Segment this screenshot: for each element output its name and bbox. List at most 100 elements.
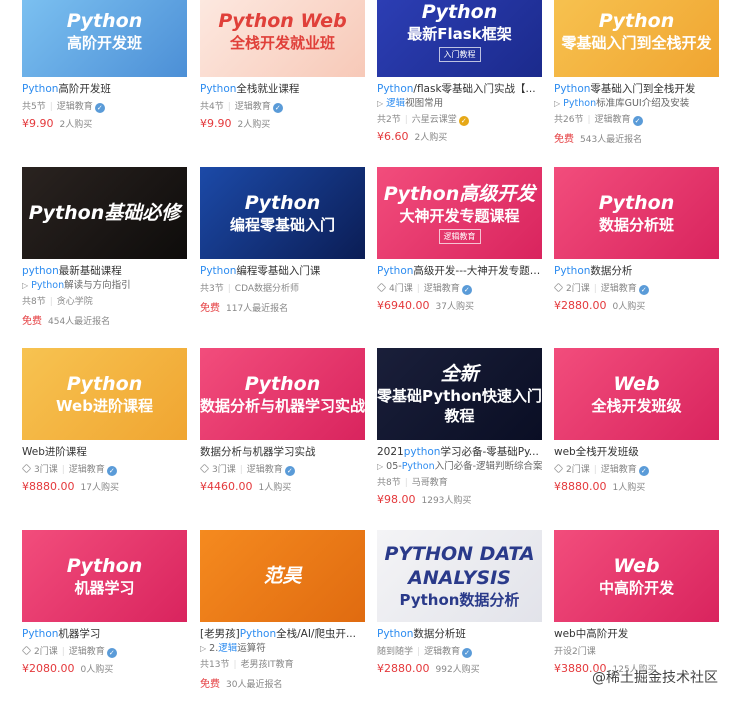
provider-name[interactable]: 逻辑教育 <box>57 102 93 112</box>
course-title[interactable]: Python数据分析 <box>554 264 719 279</box>
title-text: 数据分析 <box>590 265 633 277</box>
course-lesson-preview[interactable]: ▷ Python解读与方向指引 <box>22 279 187 292</box>
course-thumbnail[interactable]: Python 最新Flask框架 入门教程 <box>377 0 542 77</box>
thumbnail-text: Web 中高阶开发 <box>554 530 719 622</box>
thumbnail-line2: 编程零基础入门 <box>229 216 335 234</box>
purchase-count: 1293人购买 <box>421 496 472 506</box>
provider-name[interactable]: 马哥教育 <box>412 478 448 488</box>
course-title[interactable]: Python/flask零基础入门实战【... <box>377 82 542 97</box>
course-card[interactable]: Python 数据分析班 Python数据分析 2门课 | 逻辑教育 ✓ ¥2880.00 0人… <box>553 167 719 312</box>
layers-icon <box>553 282 564 293</box>
thumbnail-text: Python 最新Flask框架 入门教程 <box>377 0 542 77</box>
course-card[interactable]: Python 数据分析与机器学习实战 数据分析与机器学习实战 3门课 | 逻辑教育 ✓ ¥44… <box>199 348 365 493</box>
course-title[interactable]: web中高阶开发 <box>554 627 719 642</box>
thumbnail-line2: Web进阶课程 <box>56 397 153 415</box>
course-card[interactable]: Web 中高阶开发 web中高阶开发 开设2门课 ¥3880.00 125人购买 <box>554 530 719 675</box>
course-card[interactable]: Python高级开发 大神开发专题课程 逻辑教育 Python高级开发---大神开发专… <box>376 167 542 312</box>
course-meta: 共8节 | 马哥教育 <box>377 477 542 490</box>
course-title[interactable]: 数据分析与机器学习实战 <box>200 445 365 460</box>
provider-name[interactable]: 逻辑教育 <box>247 465 283 475</box>
thumbnail-line1: Python <box>244 373 321 395</box>
course-meta: 共3节 | CDA数据分析师 <box>200 283 365 296</box>
course-title[interactable]: Python数据分析班 <box>377 627 542 642</box>
play-icon: ▷ <box>554 99 561 108</box>
thumbnail-text: Web 全栈开发班级 <box>554 348 719 440</box>
course-card[interactable]: Python 高阶开发班 Python高阶开发班 共5节 | 逻辑教育 ✓ ¥9.90 2人购买 <box>22 0 187 130</box>
course-thumbnail[interactable]: 全新 零基础Python快速入门教程 <box>377 348 542 440</box>
course-thumbnail[interactable]: Python 高阶开发班 <box>22 0 187 77</box>
course-price: ¥98.00 <box>377 493 416 506</box>
title-highlight: Python <box>22 628 59 640</box>
title-text: web中高阶开发 <box>554 628 629 640</box>
course-thumbnail[interactable]: Python 零基础入门到全栈开发 <box>554 0 719 77</box>
course-card[interactable]: PYTHON DATA ANALYSIS Python数据分析 Python数据分析… <box>377 530 542 675</box>
provider-name[interactable]: 逻辑教育 <box>601 284 637 294</box>
play-icon: ▷ <box>377 99 384 108</box>
course-price: ¥8880.00 <box>554 480 607 493</box>
provider-name[interactable]: 逻辑教育 <box>235 102 271 112</box>
course-title[interactable]: [老男孩]Python全栈/AI/爬虫开... <box>200 627 365 642</box>
course-thumbnail[interactable]: Python基础必修 <box>22 167 187 259</box>
thumbnail-tag: 入门教程 <box>438 47 481 62</box>
course-thumbnail[interactable]: Python 机器学习 <box>22 530 187 622</box>
course-card[interactable]: Python Web 全栈开发就业班 Python全栈就业课程 共4节 | 逻辑教育 ✓ ¥9… <box>200 0 365 130</box>
divider: | <box>593 465 597 475</box>
title-prefix: 2021 <box>377 446 404 458</box>
course-thumbnail[interactable]: Python 编程零基础入门 <box>200 167 365 259</box>
lesson-count: 2门课 <box>34 647 58 657</box>
course-thumbnail[interactable]: Web 全栈开发班级 <box>554 348 719 440</box>
course-thumbnail[interactable]: Python 数据分析班 <box>554 167 719 259</box>
thumbnail-line2: 零基础入门到全栈开发 <box>561 34 712 52</box>
price-row: ¥8880.00 17人购买 <box>22 480 187 493</box>
course-lesson-preview[interactable]: ▷ 05-Python入门必备-逻辑判断综合案 <box>377 460 542 473</box>
provider-name[interactable]: 逻辑教育 <box>69 465 105 475</box>
provider-name[interactable]: 逻辑教育 <box>595 115 631 125</box>
play-icon: ▷ <box>377 462 384 471</box>
course-lesson-preview[interactable]: ▷ 逻辑视图常用 <box>377 97 542 110</box>
lesson-highlight: Python <box>401 461 435 472</box>
provider-name[interactable]: 逻辑教育 <box>69 647 105 657</box>
lesson-count: 3门课 <box>212 465 236 475</box>
provider-name[interactable]: 贪心学院 <box>57 297 93 307</box>
provider-name[interactable]: 逻辑教育 <box>424 284 460 294</box>
title-text: 高级开发---大神开发专题课程 <box>413 265 542 277</box>
course-thumbnail[interactable]: Python 数据分析与机器学习实战 <box>200 348 365 440</box>
course-title[interactable]: python最新基础课程 <box>22 264 187 279</box>
course-title[interactable]: Python机器学习 <box>22 627 187 642</box>
course-title[interactable]: Web进阶课程 <box>22 445 187 460</box>
course-card[interactable]: 范昊 [老男孩]Python全栈/AI/爬虫开... ▷ 2.逻辑运算符 共13节 | 老男… <box>200 530 365 690</box>
course-card[interactable]: Python基础必修 python最新基础课程 ▷ Python解读与方向指引 共8节 |… <box>22 167 187 327</box>
provider-name[interactable]: 逻辑教育 <box>424 647 460 657</box>
provider-name[interactable]: 老男孩IT教育 <box>241 660 294 670</box>
course-lesson-preview[interactable]: ▷ Python标准库GUI介绍及安装 <box>554 97 719 110</box>
course-card[interactable]: 全新 零基础Python快速入门教程 2021python学习必备-零基础Py...… <box>377 348 542 506</box>
lesson-count: 共4节 <box>200 102 224 112</box>
provider-name[interactable]: CDA数据分析师 <box>235 284 299 294</box>
course-card[interactable]: Python Web进阶课程 Web进阶课程 3门课 | 逻辑教育 ✓ ¥8880.00 17人… <box>21 348 187 493</box>
course-thumbnail[interactable]: Python Web 全栈开发就业班 <box>200 0 365 77</box>
purchase-count: 2人购买 <box>414 133 448 143</box>
thumbnail-line1: Python <box>66 10 143 32</box>
course-thumbnail[interactable]: Python高级开发 大神开发专题课程 逻辑教育 <box>377 167 542 259</box>
verified-badge-icon: ✓ <box>458 116 469 126</box>
course-title[interactable]: Python零基础入门到全栈开发 <box>554 82 719 97</box>
course-title[interactable]: web全栈开发班级 <box>554 445 719 460</box>
course-card[interactable]: Python 机器学习 Python机器学习 2门课 | 逻辑教育 ✓ ¥2080.00 0人购… <box>21 530 187 675</box>
provider-name[interactable]: 逻辑教育 <box>601 465 637 475</box>
provider-name[interactable]: 六星云课堂 <box>412 115 457 125</box>
course-lesson-preview[interactable]: ▷ 2.逻辑运算符 <box>200 642 365 655</box>
course-title[interactable]: Python全栈就业课程 <box>200 82 365 97</box>
course-title[interactable]: Python编程零基础入门课 <box>200 264 365 279</box>
course-card[interactable]: Python 零基础入门到全栈开发 Python零基础入门到全栈开发 ▷ Python标… <box>554 0 719 145</box>
course-card[interactable]: Python 编程零基础入门 Python编程零基础入门课 共3节 | CDA数据分析师免… <box>200 167 365 314</box>
course-title[interactable]: Python高级开发---大神开发专题课程 <box>377 264 542 279</box>
course-card[interactable]: Web 全栈开发班级 web全栈开发班级 2门课 | 逻辑教育 ✓ ¥8880.00 1人购买 <box>553 348 719 493</box>
course-thumbnail[interactable]: PYTHON DATA ANALYSIS Python数据分析 <box>377 530 542 622</box>
course-title[interactable]: 2021python学习必备-零基础Py... <box>377 445 542 460</box>
course-card[interactable]: Python 最新Flask框架 入门教程 Python/flask零基础入门实战【.… <box>377 0 542 143</box>
course-thumbnail[interactable]: Python Web进阶课程 <box>22 348 187 440</box>
course-thumbnail[interactable]: 范昊 <box>200 530 365 622</box>
course-title[interactable]: Python高阶开发班 <box>22 82 187 97</box>
course-thumbnail[interactable]: Web 中高阶开发 <box>554 530 719 622</box>
thumbnail-line1: 范昊 <box>263 565 302 587</box>
